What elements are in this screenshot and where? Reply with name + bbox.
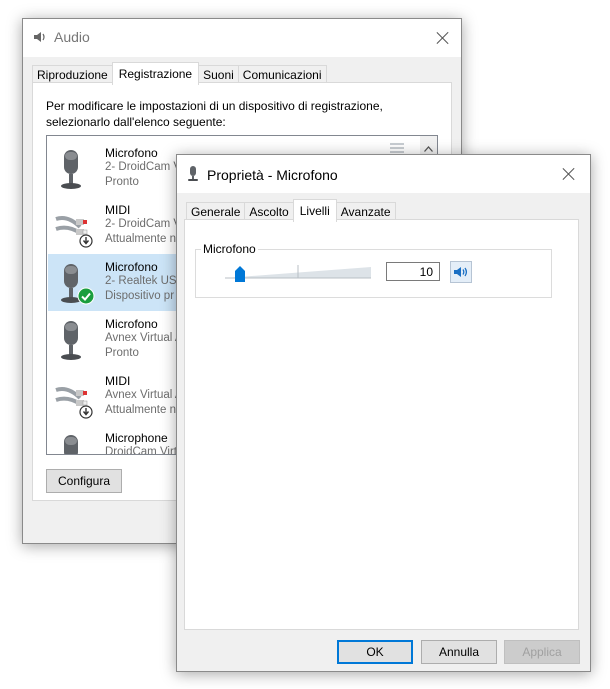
cancel-button[interactable]: Annulla [421, 640, 497, 664]
microphone-icon [187, 166, 199, 182]
levels-tab-panel: Microfono 10 [184, 219, 579, 630]
level-slider[interactable] [223, 259, 373, 283]
midi-cable-icon [54, 376, 94, 420]
speaker-volume-icon [453, 265, 469, 279]
instruction-text: Per modificare le impostazioni di un dis… [46, 99, 383, 129]
properties-window: Proprietà - Microfono Generale Ascolto L… [176, 154, 591, 672]
list-item[interactable]: Microfono Avnex Virtual A Pronto [48, 311, 183, 368]
audio-titlebar[interactable]: Audio [23, 19, 461, 57]
speaker-icon [32, 29, 48, 45]
list-item[interactable]: Microfono 2- Realtek USB Dispositivo pr [48, 254, 184, 311]
properties-close-icon[interactable] [559, 164, 579, 184]
scroll-up-icon[interactable] [424, 141, 433, 152]
apply-button[interactable]: Applica [504, 640, 580, 664]
properties-titlebar[interactable]: Proprietà - Microfono [177, 155, 590, 193]
microphone-icon [54, 319, 94, 363]
audio-window-title: Audio [54, 29, 90, 45]
tab-registrazione[interactable]: Registrazione [111, 62, 200, 85]
level-slider-thumb[interactable] [234, 266, 245, 282]
level-group-label: Microfono [201, 242, 258, 256]
microphone-icon [54, 148, 94, 192]
list-item[interactable]: MIDI 2- DroidCam V Attualmente no [48, 197, 182, 254]
ok-button[interactable]: OK [337, 640, 413, 664]
configure-button[interactable]: Configura [46, 469, 122, 493]
tab-livelli[interactable]: Livelli [292, 199, 337, 222]
list-item[interactable]: MIDI Avnex Virtual A Attualmente no [48, 368, 183, 425]
midi-cable-icon [54, 205, 94, 249]
level-value-field[interactable]: 10 [386, 262, 440, 281]
list-item[interactable]: Microphone DroidCam Virt [48, 425, 178, 454]
list-item[interactable]: Microfono 2- DroidCam V Pronto [48, 140, 181, 197]
properties-window-title: Proprietà - Microfono [207, 167, 338, 183]
mute-button[interactable] [450, 261, 472, 283]
microphone-icon [54, 433, 94, 454]
audio-close-icon[interactable] [433, 28, 453, 48]
default-check-icon [77, 287, 95, 305]
